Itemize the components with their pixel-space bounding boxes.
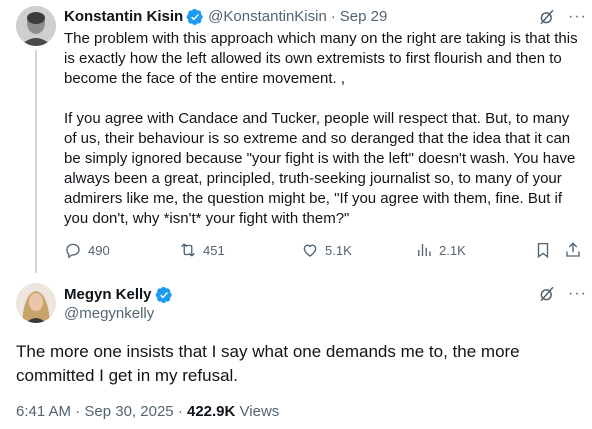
tweet1-handle[interactable]: @KonstantinKisin: [208, 7, 327, 27]
reply-icon: [66, 243, 80, 259]
like-button[interactable]: 5.1K: [301, 241, 352, 259]
tweet1-header: Konstantin Kisin @KonstantinKisin · Sep …: [64, 7, 387, 27]
tweet1-separator: ·: [330, 8, 336, 25]
tweet1-author-name[interactable]: Konstantin Kisin: [64, 7, 183, 27]
reply-count: 490: [88, 242, 110, 258]
tweet2-author-name[interactable]: Megyn Kelly: [64, 285, 152, 305]
repost-button[interactable]: 451: [179, 241, 225, 259]
tweet2-text: The more one insists that I say what one…: [16, 342, 520, 385]
tweet1-date[interactable]: Sep 29: [340, 7, 388, 27]
tweet2-top-icons: ···: [538, 285, 587, 303]
tweet1-paragraph-1: The problem with this approach which man…: [64, 30, 578, 87]
thread-line: [35, 50, 37, 273]
share-button[interactable]: [564, 241, 588, 259]
like-count: 5.1K: [325, 242, 352, 258]
tweet2-separator-2: ·: [177, 403, 183, 420]
tweet2-views-count: 422.9K: [186, 403, 236, 420]
more-icon[interactable]: ···: [568, 285, 587, 303]
tweet1-action-bar: 490 451 5.1K 2.1K: [64, 241, 584, 261]
views-button[interactable]: 2.1K: [415, 241, 466, 259]
tweet1-top-icons: ···: [538, 8, 587, 26]
grok-icon[interactable]: [538, 8, 556, 26]
tweet2-header: Megyn Kelly: [64, 285, 173, 305]
tweet2-views-label: Views: [239, 403, 280, 420]
avatar-megyn-kelly[interactable]: [16, 283, 56, 323]
verified-badge-icon: [155, 286, 172, 304]
views-icon: [418, 244, 431, 256]
tweet1-paragraph-2: If you agree with Candace and Tucker, pe…: [64, 110, 576, 227]
share-icon: [566, 242, 580, 257]
bookmark-button[interactable]: [534, 241, 558, 259]
like-icon: [303, 244, 317, 257]
tweet2-meta: 6:41 AM · Sep 30, 2025 · 422.9K Views: [16, 402, 279, 422]
views-count: 2.1K: [439, 242, 466, 258]
tweet2-handle[interactable]: @megynkelly: [64, 304, 154, 324]
tweet2-time[interactable]: 6:41 AM: [16, 403, 71, 420]
avatar-konstantin-kisin[interactable]: [16, 6, 56, 46]
tweet2-date[interactable]: Sep 30, 2025: [84, 403, 173, 420]
verified-badge-icon: [186, 8, 203, 26]
reply-button[interactable]: 490: [64, 241, 110, 259]
bookmark-icon: [537, 242, 549, 259]
repost-count: 451: [203, 242, 225, 258]
tweet2-separator: ·: [75, 403, 81, 420]
grok-icon[interactable]: [538, 285, 556, 303]
more-icon[interactable]: ···: [568, 8, 587, 26]
repost-icon: [181, 243, 195, 257]
tweet1-text: The problem with this approach which man…: [64, 29, 584, 229]
